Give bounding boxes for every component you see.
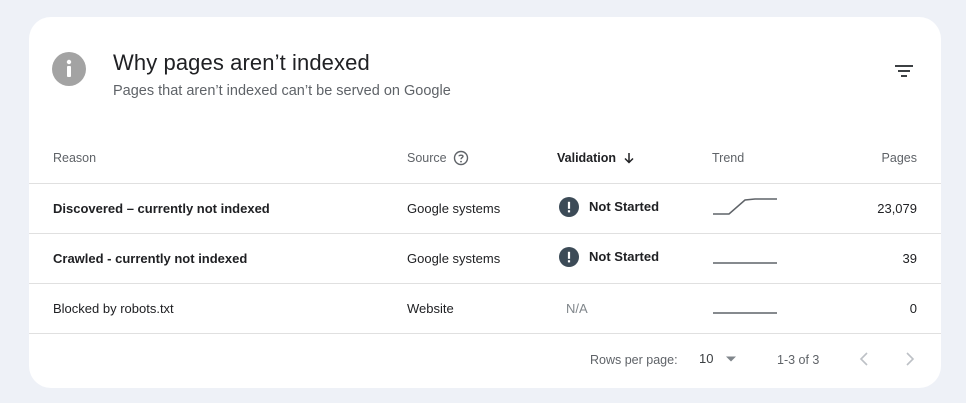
- alert-icon: [559, 196, 579, 217]
- index-report-card: Why pages aren’t indexed Pages that aren…: [29, 17, 941, 388]
- row-source: Google systems: [407, 183, 557, 234]
- reasons-table: Reason Source Validation Trend Pages Dis…: [29, 133, 941, 334]
- trend-sparkline: [712, 183, 827, 234]
- card-subtitle: Pages that aren’t indexed can’t be serve…: [113, 83, 451, 99]
- row-pages: 23,079: [827, 183, 941, 234]
- rows-per-page-label: Rows per page:: [590, 353, 678, 367]
- chevron-left-icon: [859, 352, 868, 366]
- table-header-row: Reason Source Validation Trend Pages: [29, 133, 941, 184]
- validation-status: N/A: [566, 300, 588, 316]
- column-header-source-label: Source: [407, 150, 447, 165]
- info-icon: [52, 52, 86, 86]
- row-pages: 39: [827, 233, 941, 284]
- pagination-range: 1-3 of 3: [777, 353, 820, 367]
- table-row[interactable]: Discovered – currently not indexed Googl…: [29, 183, 941, 234]
- row-reason: Blocked by robots.txt: [29, 283, 407, 334]
- column-header-validation-label: Validation: [557, 150, 617, 165]
- column-header-reason[interactable]: Reason: [29, 133, 407, 184]
- row-source: Website: [407, 283, 557, 334]
- table-row[interactable]: Crawled - currently not indexed Google s…: [29, 233, 941, 284]
- dropdown-arrow-icon: [726, 356, 737, 361]
- row-validation: N/A: [557, 283, 712, 334]
- column-header-pages[interactable]: Pages: [827, 133, 941, 184]
- row-reason: Discovered – currently not indexed: [29, 183, 407, 234]
- row-validation: Not Started: [557, 183, 712, 234]
- arrow-down-icon[interactable]: [622, 151, 636, 165]
- trend-sparkline: [712, 283, 827, 334]
- column-header-validation[interactable]: Validation: [557, 133, 712, 184]
- column-header-trend: Trend: [712, 133, 827, 184]
- row-source: Google systems: [407, 233, 557, 284]
- row-validation: Not Started: [557, 233, 712, 284]
- table-pagination: Rows per page: 10 1-3 of 3: [29, 349, 941, 371]
- alert-icon: [559, 246, 579, 267]
- filter-icon: [895, 65, 913, 77]
- filter-button[interactable]: [891, 61, 919, 83]
- rows-per-page-select[interactable]: 10: [699, 351, 737, 366]
- row-pages: 0: [827, 283, 941, 334]
- validation-status: Not Started: [589, 199, 660, 214]
- column-header-source[interactable]: Source: [407, 133, 557, 184]
- rows-per-page-value: 10: [699, 351, 714, 366]
- table-row[interactable]: Blocked by robots.txt Website N/A 0: [29, 283, 941, 334]
- previous-page-button[interactable]: [855, 349, 875, 369]
- trend-sparkline: [712, 233, 827, 284]
- card-title: Why pages aren’t indexed: [113, 50, 370, 75]
- chevron-right-icon: [906, 352, 915, 366]
- next-page-button[interactable]: [899, 349, 919, 369]
- validation-status: Not Started: [589, 249, 660, 264]
- help-icon[interactable]: [453, 150, 469, 166]
- row-reason: Crawled - currently not indexed: [29, 233, 407, 284]
